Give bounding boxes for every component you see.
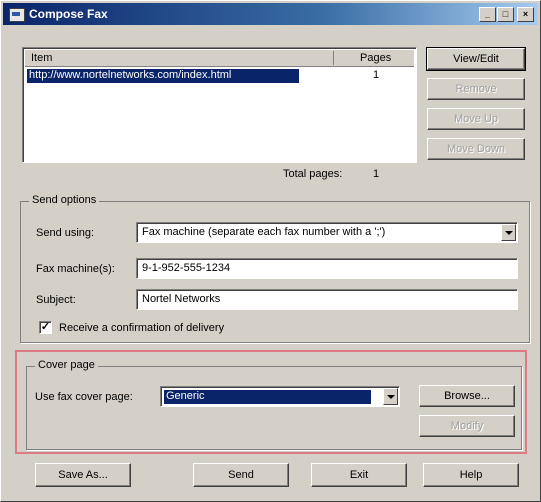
subject-value: Nortel Networks xyxy=(142,293,221,305)
column-header-pages[interactable]: Pages xyxy=(360,52,391,64)
save-as-button[interactable]: Save As... xyxy=(35,463,131,487)
confirmation-checkbox[interactable]: ✓ xyxy=(39,321,52,334)
subject-label: Subject: xyxy=(36,294,76,306)
cover-page-group: Cover page xyxy=(26,359,522,450)
fax-number-value: 9-1-952-555-1234 xyxy=(142,262,231,274)
send-using-label: Send using: xyxy=(36,227,95,239)
item-list-header: Item Pages xyxy=(25,50,414,67)
chevron-down-icon[interactable] xyxy=(383,388,398,405)
title-bar[interactable]: Compose Fax _ □ × xyxy=(3,3,538,25)
send-using-value: Fax machine (separate each fax number wi… xyxy=(142,226,386,238)
item-list[interactable]: Item Pages http://www.nortelnetworks.com… xyxy=(22,47,417,163)
send-using-dropdown[interactable]: Fax machine (separate each fax number wi… xyxy=(136,222,518,243)
browse-button[interactable]: Browse... xyxy=(419,385,515,407)
cover-page-dropdown[interactable]: Generic xyxy=(160,386,400,407)
column-header-item[interactable]: Item xyxy=(31,52,52,64)
modify-button[interactable]: Modify xyxy=(419,415,515,437)
fax-machines-label: Fax machine(s): xyxy=(36,263,115,275)
cover-page-legend: Cover page xyxy=(35,359,98,371)
use-cover-page-label: Use fax cover page: xyxy=(35,391,133,403)
window-title: Compose Fax xyxy=(29,7,108,21)
send-button[interactable]: Send xyxy=(193,463,289,487)
confirmation-label[interactable]: Receive a confirmation of delivery xyxy=(59,322,224,334)
exit-button[interactable]: Exit xyxy=(311,463,407,487)
list-item-pages: 1 xyxy=(373,69,380,81)
compose-fax-dialog: Compose Fax _ □ × Item Pages http://www.… xyxy=(0,0,541,502)
send-options-legend: Send options xyxy=(29,194,100,206)
view-edit-button[interactable]: View/Edit xyxy=(426,47,526,71)
subject-field[interactable]: Nortel Networks xyxy=(136,289,518,310)
fax-number-field[interactable]: 9-1-952-555-1234 xyxy=(136,258,518,279)
move-down-button[interactable]: Move Down xyxy=(427,138,525,160)
remove-button[interactable]: Remove xyxy=(427,78,525,100)
list-item-url[interactable]: http://www.nortelnetworks.com/index.html xyxy=(27,69,299,83)
maximize-button[interactable]: □ xyxy=(497,7,514,22)
fax-app-icon xyxy=(9,8,25,22)
total-pages-value: 1 xyxy=(373,168,380,180)
help-button[interactable]: Help xyxy=(423,463,519,487)
column-divider[interactable] xyxy=(333,51,334,65)
total-pages-label: Total pages: xyxy=(283,168,343,180)
minimize-button[interactable]: _ xyxy=(479,7,496,22)
chevron-down-icon[interactable] xyxy=(501,224,516,241)
close-button[interactable]: × xyxy=(517,7,534,22)
cover-page-value: Generic xyxy=(164,390,371,404)
move-up-button[interactable]: Move Up xyxy=(427,108,525,130)
